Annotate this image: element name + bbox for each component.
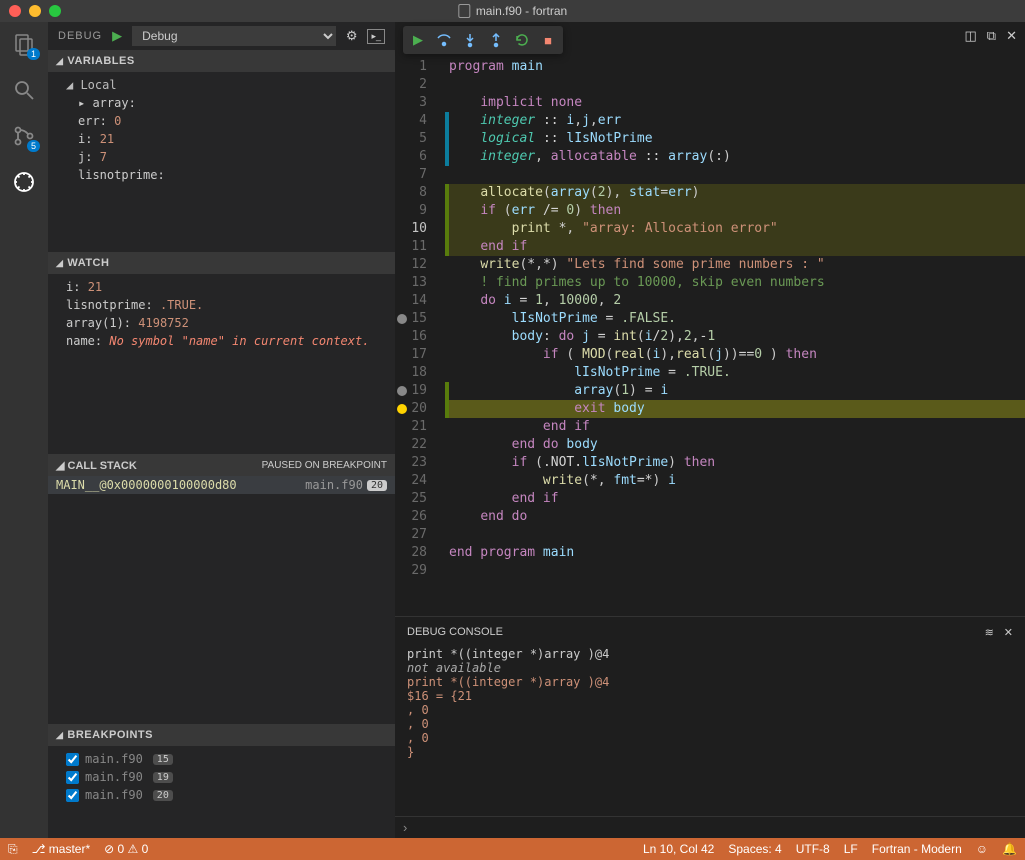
step-into-button[interactable] [458,29,482,51]
search-tab[interactable] [10,76,38,104]
debug-config-select[interactable]: Debug [132,26,336,46]
variable-row[interactable]: lisnotprime: [48,166,395,184]
breakpoint-checkbox[interactable] [66,753,79,766]
breadcrumb-bar[interactable]: › [395,816,1025,838]
activity-bar: 1 5 [0,22,48,838]
variable-row[interactable]: ▸ array: [48,94,395,112]
breakpoints-header[interactable]: ◢BREAKPOINTS [48,724,395,746]
minimize-window[interactable] [29,5,41,17]
status-branch[interactable]: ⎇ master* [32,842,91,856]
status-problems[interactable]: ⊘ 0 ⚠ 0 [104,842,148,856]
status-spaces[interactable]: Spaces: 4 [728,842,781,856]
console-close-icon[interactable]: ✕ [1004,627,1013,639]
close-editor-icon[interactable]: ✕ [1006,28,1017,44]
callstack-frame[interactable]: MAIN__@0x0000000100000d80main.f9020 [48,476,395,494]
watch-row[interactable]: name: No symbol "name" in current contex… [48,332,395,350]
file-icon [458,4,470,18]
breakpoint-row[interactable]: main.f90 20 [48,786,395,804]
status-encoding[interactable]: UTF-8 [796,842,830,856]
step-over-button[interactable] [432,29,456,51]
explorer-tab[interactable]: 1 [10,30,38,58]
close-window[interactable] [9,5,21,17]
titlebar: main.f90 - fortran [0,0,1025,22]
stop-button[interactable]: ■ [536,29,560,51]
start-debug-button[interactable]: ▶ [112,28,122,44]
status-feedback-icon[interactable]: ☺ [976,842,988,856]
breakpoint-checkbox[interactable] [66,789,79,802]
open-changes-icon[interactable]: ⧉ [987,28,996,44]
debug-settings-icon[interactable]: ⚙ [346,28,358,44]
status-position[interactable]: Ln 10, Col 42 [643,842,714,856]
status-eol[interactable]: LF [844,842,858,856]
split-editor-icon[interactable]: ◫ [965,28,977,44]
restart-button[interactable] [510,29,534,51]
variables-scope[interactable]: ◢ Local [48,76,395,94]
status-language[interactable]: Fortran - Modern [872,842,962,856]
window-title: main.f90 - fortran [476,4,567,18]
debug-sidebar: DEBUG ▶ Debug ⚙ ▸_ ◢VARIABLES ◢ Local ▸ … [48,22,395,838]
variable-row[interactable]: i: 21 [48,130,395,148]
debug-toolbar: ▶ ■ [403,26,563,54]
status-bar: ⎘ ⎇ master* ⊘ 0 ⚠ 0 Ln 10, Col 42 Spaces… [0,838,1025,860]
status-remote-icon[interactable]: ⎘ [8,842,18,857]
variable-row[interactable]: err: 0 [48,112,395,130]
watch-row[interactable]: lisnotprime: .TRUE. [48,296,395,314]
status-notifications-icon[interactable]: 🔔 [1002,842,1017,856]
continue-button[interactable]: ▶ [406,29,430,51]
scm-tab[interactable]: 5 [10,122,38,150]
watch-row[interactable]: array(1): 4198752 [48,314,395,332]
breakpoint-checkbox[interactable] [66,771,79,784]
breakpoint-row[interactable]: main.f90 15 [48,750,395,768]
breakpoint-row[interactable]: main.f90 19 [48,768,395,786]
step-out-button[interactable] [484,29,508,51]
console-title: DEBUG CONSOLE [407,626,503,638]
watch-row[interactable]: i: 21 [48,278,395,296]
console-output[interactable]: print *((integer *)array )@4not availabl… [395,647,1025,816]
watch-header[interactable]: ◢WATCH [48,252,395,274]
callstack-header[interactable]: ◢ CALL STACKPAUSED ON BREAKPOINT [48,454,395,476]
console-clear-icon[interactable]: ≋ [985,627,994,639]
debug-console-panel: DEBUG CONSOLE ≋ ✕ print *((integer *)arra… [395,616,1025,816]
variable-row[interactable]: j: 7 [48,148,395,166]
debug-label: DEBUG [58,30,102,42]
variables-header[interactable]: ◢VARIABLES [48,50,395,72]
debug-tab[interactable] [10,168,38,196]
maximize-window[interactable] [49,5,61,17]
code-editor[interactable]: 1234567891011121314151617181920212223242… [395,22,1025,616]
debug-console-icon[interactable]: ▸_ [367,29,385,44]
